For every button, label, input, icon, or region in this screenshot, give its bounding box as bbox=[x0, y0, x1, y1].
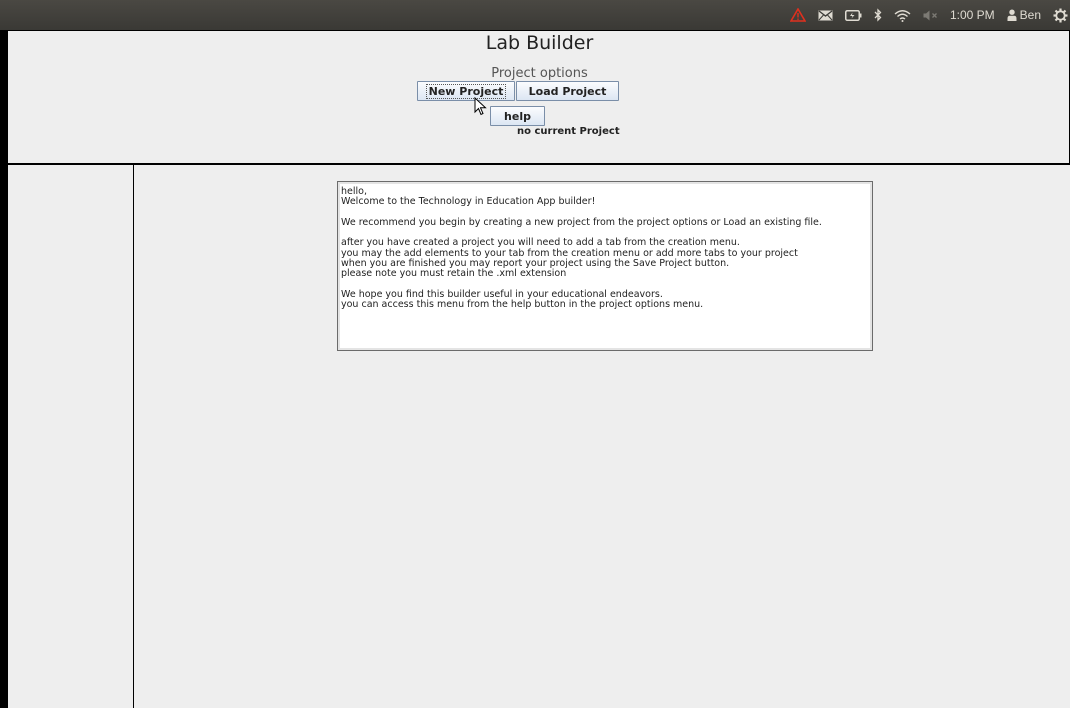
user-icon bbox=[1007, 9, 1017, 21]
project-options-panel: Lab Builder Project options New Project … bbox=[7, 30, 1070, 164]
user-menu[interactable]: Ben bbox=[1007, 0, 1041, 30]
tab-content-area: hello, Welcome to the Technology in Educ… bbox=[134, 164, 1070, 708]
volume-muted-icon[interactable] bbox=[923, 0, 938, 30]
project-status: no current Project bbox=[517, 126, 620, 137]
help-line: you can access this menu from the help b… bbox=[341, 299, 704, 311]
mail-icon[interactable] bbox=[818, 0, 833, 30]
lab-builder-window: Lab Builder Project options New Project … bbox=[7, 30, 1070, 708]
system-top-panel: 1:00 PM Ben bbox=[0, 0, 1070, 30]
app-title: Lab Builder bbox=[485, 32, 594, 54]
warning-icon[interactable] bbox=[789, 0, 806, 30]
gear-icon[interactable] bbox=[1053, 0, 1068, 30]
user-name: Ben bbox=[1019, 8, 1041, 22]
bluetooth-icon[interactable] bbox=[874, 0, 882, 30]
system-tray: 1:00 PM Ben bbox=[789, 0, 1070, 30]
help-text-area[interactable]: hello, Welcome to the Technology in Educ… bbox=[337, 181, 873, 351]
mouse-pointer-icon bbox=[474, 97, 487, 116]
load-project-button[interactable]: Load Project bbox=[516, 81, 619, 101]
clock-label[interactable]: 1:00 PM bbox=[950, 0, 995, 30]
load-project-button-label: Load Project bbox=[528, 84, 607, 98]
creation-menu-panel bbox=[7, 164, 134, 708]
help-line: please note you must retain the .xml ext… bbox=[341, 268, 567, 280]
battery-icon[interactable] bbox=[844, 0, 862, 30]
help-button-label: help bbox=[504, 109, 531, 123]
help-line: Welcome to the Technology in Education A… bbox=[341, 196, 596, 208]
new-project-button[interactable]: New Project bbox=[417, 81, 515, 101]
new-project-button-label: New Project bbox=[425, 83, 507, 99]
wifi-icon[interactable] bbox=[894, 0, 911, 30]
workspace: hello, Welcome to the Technology in Educ… bbox=[7, 164, 1070, 708]
help-button[interactable]: help bbox=[490, 106, 545, 126]
project-options-label: Project options bbox=[491, 66, 588, 81]
help-line: We recommend you begin by creating a new… bbox=[341, 216, 822, 228]
